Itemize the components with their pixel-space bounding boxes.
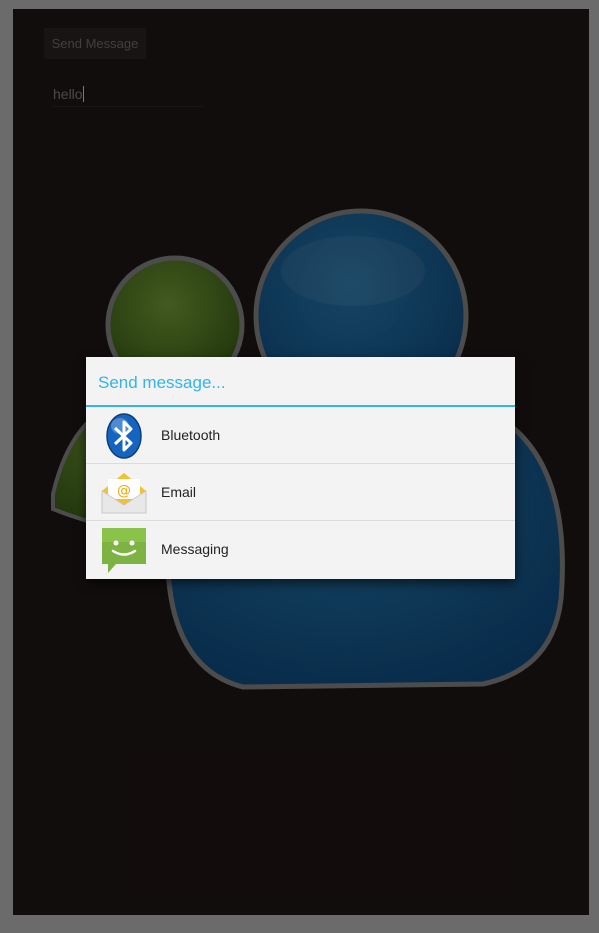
share-option-bluetooth[interactable]: Bluetooth <box>86 407 515 464</box>
share-option-label: Email <box>161 484 197 500</box>
share-option-email[interactable]: @ Email <box>86 464 515 521</box>
share-option-messaging[interactable]: Messaging <box>86 521 515 578</box>
share-option-label: Messaging <box>161 541 229 557</box>
svg-text:@: @ <box>117 483 131 499</box>
email-icon: @ <box>101 473 147 514</box>
share-option-label: Bluetooth <box>161 427 221 443</box>
dialog-title: Send message... <box>86 357 515 407</box>
messaging-icon <box>102 528 146 573</box>
send-message-dialog: Send message... Bluetooth @ Email Messag… <box>86 357 515 579</box>
bluetooth-icon <box>106 413 142 459</box>
